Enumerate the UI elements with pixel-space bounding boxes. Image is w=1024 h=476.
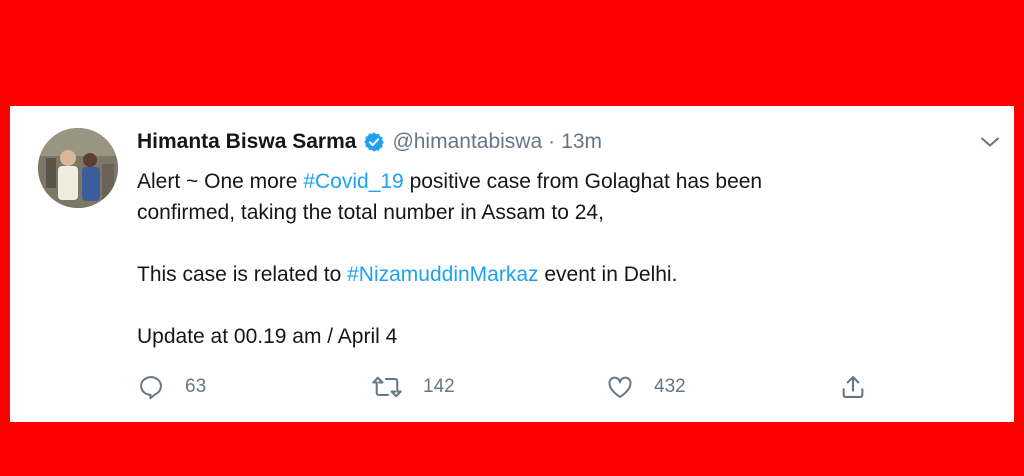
share-button[interactable] — [839, 372, 867, 402]
tweet-line: This case is related to #NizamuddinMarka… — [137, 259, 977, 290]
tweet-actions: 63 142 432 — [137, 372, 897, 402]
verified-badge-icon — [363, 131, 385, 153]
text-segment: positive case from Golaghat has been — [403, 170, 763, 193]
like-icon — [606, 373, 634, 401]
reply-count: 63 — [185, 376, 207, 397]
text-segment: This case is related to — [137, 263, 348, 286]
chevron-down-icon[interactable] — [978, 130, 1002, 154]
retweet-icon — [371, 373, 403, 401]
separator-dot: · — [548, 130, 556, 153]
retweet-count: 142 — [423, 376, 455, 397]
hashtag-nizamuddinmarkaz[interactable]: #NizamuddinMarkaz — [347, 263, 538, 286]
tweet-line: Update at 00.19 am / April 4 — [137, 325, 398, 348]
tweet-text: Alert ~ One more #Covid_19 positive case… — [137, 166, 977, 352]
reply-button[interactable]: 63 — [137, 372, 206, 402]
tweet-line: Alert ~ One more #Covid_19 positive case… — [137, 166, 977, 197]
avatar[interactable] — [38, 128, 118, 208]
tweet-card[interactable]: Himanta Biswa Sarma @himantabiswa · 13m … — [10, 106, 1014, 422]
tweet-line: confirmed, taking the total number in As… — [137, 201, 604, 224]
retweet-button[interactable]: 142 — [371, 372, 455, 402]
share-icon — [839, 373, 867, 401]
text-segment: Alert ~ One more — [137, 170, 304, 193]
hashtag-covid19[interactable]: #Covid_19 — [303, 170, 403, 193]
like-count: 432 — [654, 376, 686, 397]
like-button[interactable]: 432 — [606, 372, 686, 402]
tweet-header: Himanta Biswa Sarma @himantabiswa · 13m — [137, 128, 602, 156]
text-segment: event in Delhi. — [538, 263, 678, 286]
author-name[interactable]: Himanta Biswa Sarma — [137, 130, 356, 154]
avatar-photo — [38, 128, 118, 208]
reply-icon — [137, 373, 165, 401]
author-handle[interactable]: @himantabiswa — [392, 130, 542, 154]
tweet-timestamp[interactable]: 13m — [561, 130, 602, 154]
